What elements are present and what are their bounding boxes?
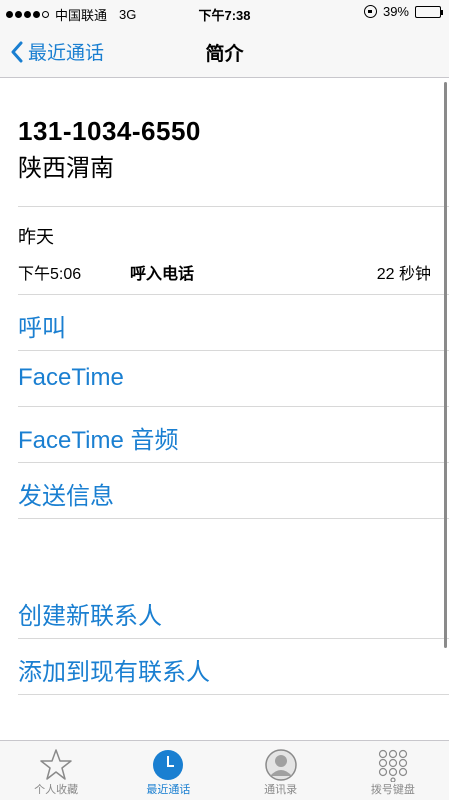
call-duration: 22 秒钟 (376, 266, 431, 283)
battery-icon (415, 5, 443, 18)
add-to-contact-button[interactable]: 添加到现有联系人 (18, 652, 210, 687)
caller-number: 131-1034-6550 (18, 116, 201, 146)
status-right: 39% (363, 4, 443, 19)
tab-contacts[interactable]: 通讯录 (225, 741, 337, 800)
tab-keypad[interactable]: 拨号键盘 (337, 741, 449, 800)
tab-recents[interactable]: 最近通话 (112, 741, 224, 800)
divider (18, 518, 449, 519)
scrollbar[interactable] (444, 82, 447, 648)
tab-label: 拨号键盘 (370, 784, 415, 796)
divider (18, 694, 449, 695)
facetime-audio-button[interactable]: FaceTime 音频 (18, 420, 178, 455)
clock-icon (153, 750, 184, 780)
call-time: 下午5:06 (18, 266, 82, 283)
send-message-button[interactable]: 发送信息 (18, 476, 114, 511)
divider (18, 350, 449, 351)
page-title: 简介 (205, 44, 244, 65)
status-bar: 中国联通 3G 下午7:38 39% (0, 0, 449, 24)
caller-location: 陕西渭南 (18, 155, 114, 182)
battery-percent: 39% (382, 4, 409, 19)
keypad-icon (378, 749, 407, 782)
call-button[interactable]: 呼叫 (18, 308, 66, 343)
divider (18, 206, 449, 207)
star-icon (40, 749, 72, 780)
rotation-lock-icon (363, 5, 377, 18)
tab-label: 个人收藏 (34, 784, 79, 796)
tab-bar: 个人收藏 最近通话 通讯录 拨号键盘 (0, 740, 449, 800)
call-type: 呼入电话 (130, 266, 195, 283)
tab-label: 通讯录 (264, 784, 298, 796)
divider (18, 406, 449, 407)
divider (18, 462, 449, 463)
call-date: 昨天 (18, 227, 54, 247)
divider (18, 294, 449, 295)
facetime-button[interactable]: FaceTime (18, 364, 124, 392)
contacts-icon (264, 749, 297, 781)
tab-label: 最近通话 (146, 784, 191, 796)
divider (18, 638, 449, 639)
contact-info: 131-1034-6550 陕西渭南 昨天 下午5:06 呼入电话 22 秒钟 … (0, 79, 449, 740)
tab-favorites[interactable]: 个人收藏 (0, 741, 112, 800)
navigation-bar: 最近通话 简介 (0, 24, 449, 78)
create-contact-button[interactable]: 创建新联系人 (18, 596, 162, 631)
